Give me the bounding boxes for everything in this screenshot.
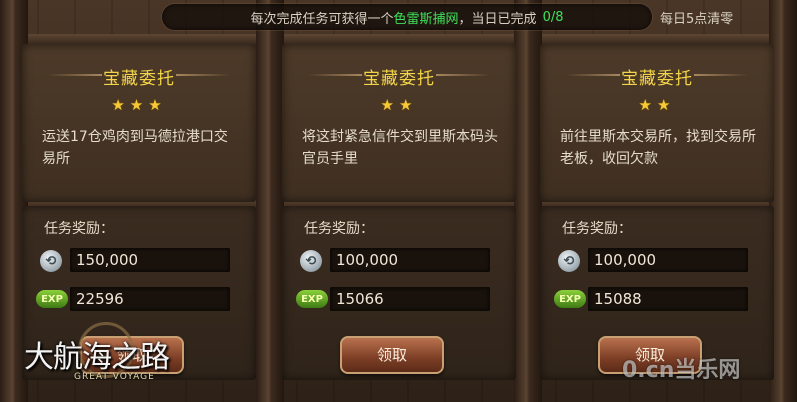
silver-coin-icon: ⟲: [40, 250, 62, 272]
reward-label: 任务奖励：: [44, 221, 114, 237]
progress-count: 0/8: [542, 9, 564, 25]
wooden-pillar-1: [256, 0, 284, 402]
difficulty-stars: ★★★: [111, 96, 167, 114]
reward-item-name: 色雷斯捕网: [393, 11, 459, 27]
silver-coin-icon: ⟲: [558, 250, 580, 272]
difficulty-stars: ★★: [380, 96, 418, 114]
daily-progress-bar: 每次完成任务可获得一个 色雷斯捕网 ，当日已完成 0/8: [162, 4, 652, 30]
game-logo-subtitle: GREAT VOYAGE: [74, 372, 155, 382]
quest-card-2: 宝藏委托 ★★ 将这封紧急信件交到里斯本码头官员手里 任务奖励： ⟲ 100,0…: [282, 44, 516, 380]
coin-reward-value: 100,000: [330, 248, 490, 272]
quest-description: 将这封紧急信件交到里斯本码头官员手里: [302, 129, 498, 167]
progress-prefix: 每次完成任务可获得一个: [250, 11, 394, 27]
quest-title: 宝藏委托: [363, 69, 435, 89]
exp-reward-value: 15066: [330, 287, 490, 311]
quest-card-3: 宝藏委托 ★★ 前往里斯本交易所，找到交易所老板，收回欠款 任务奖励： ⟲ 10…: [540, 44, 774, 380]
exp-icon: EXP: [296, 290, 328, 308]
wooden-pillar-2: [514, 0, 542, 402]
claim-button[interactable]: 领取: [340, 336, 444, 374]
exp-reward-value: 15088: [588, 287, 748, 311]
quest-description: 运送17仓鸡肉到马德拉港口交易所: [42, 129, 228, 167]
exp-icon: EXP: [36, 290, 68, 308]
daily-reset-note: 每日5点清零: [660, 12, 734, 27]
game-logo-title: 大航海之路: [24, 340, 170, 375]
quest-title: 宝藏委托: [621, 69, 693, 89]
coin-reward-value: 150,000: [70, 248, 230, 272]
progress-middle: ，当日已完成: [458, 11, 537, 27]
exp-reward-value: 22596: [70, 287, 230, 311]
quest-description: 前往里斯本交易所，找到交易所老板，收回欠款: [560, 129, 756, 167]
difficulty-stars: ★★: [638, 96, 676, 114]
quest-title: 宝藏委托: [103, 69, 175, 89]
exp-icon: EXP: [554, 290, 586, 308]
reward-label: 任务奖励：: [304, 221, 374, 237]
coin-reward-value: 100,000: [588, 248, 748, 272]
silver-coin-icon: ⟲: [300, 250, 322, 272]
game-logo: 大航海之路 GREAT VOYAGE: [18, 322, 178, 392]
reward-label: 任务奖励：: [562, 221, 632, 237]
site-watermark: 0.cn当乐网: [622, 358, 741, 383]
